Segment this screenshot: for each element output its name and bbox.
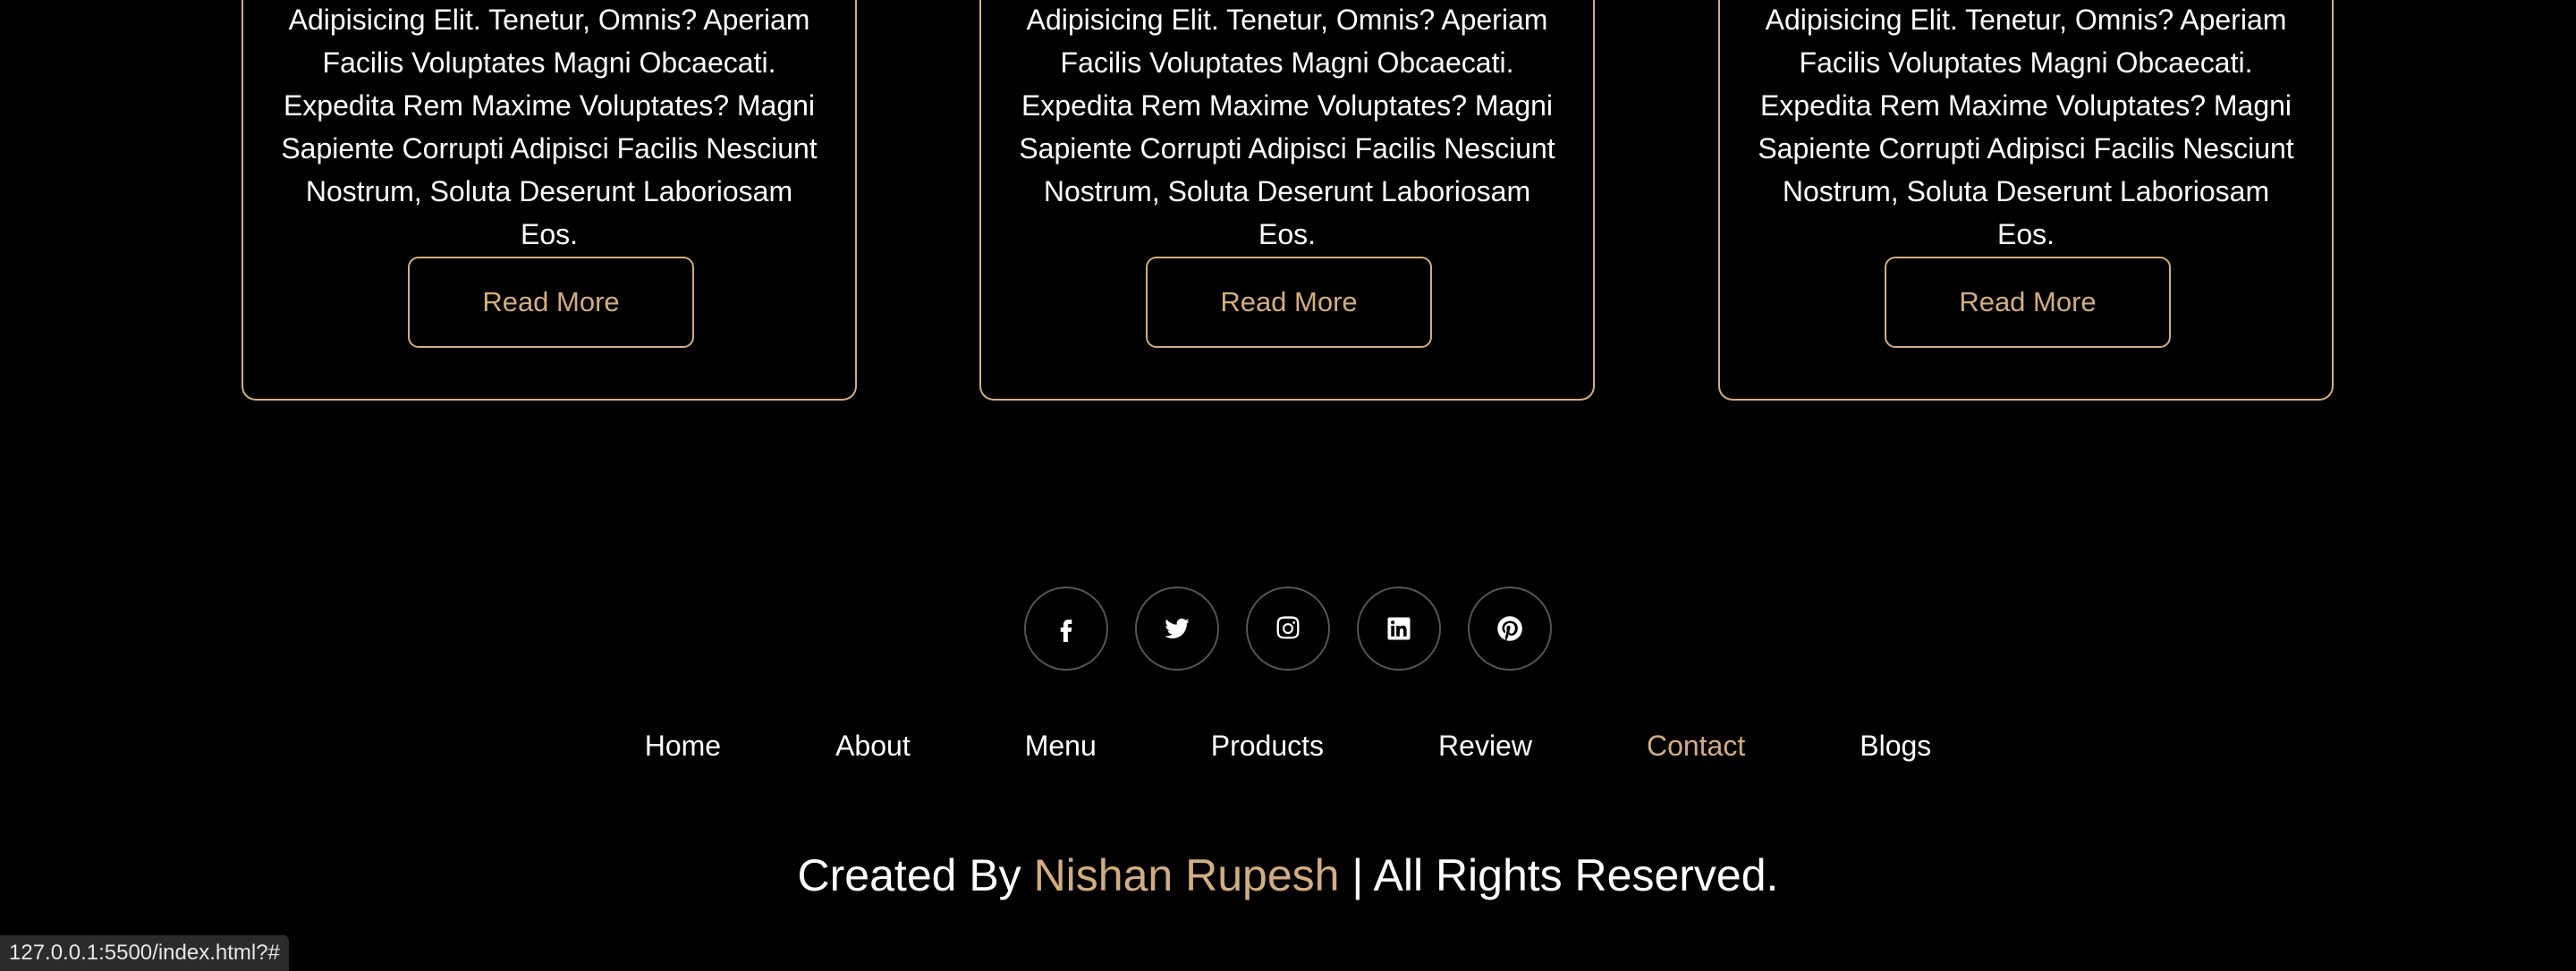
twitter-link[interactable] bbox=[1135, 587, 1219, 671]
blog-card-text: Adipisicing Elit. Tenetur, Omnis? Aperia… bbox=[281, 4, 818, 250]
facebook-link[interactable] bbox=[1024, 587, 1108, 671]
footer-link-home[interactable]: Home bbox=[645, 730, 721, 763]
linkedin-link[interactable] bbox=[1357, 587, 1441, 671]
footer-nav: Home About Menu Products Review Contact … bbox=[0, 730, 2576, 763]
footer-link-contact[interactable]: Contact bbox=[1647, 730, 1745, 763]
footer-link-menu[interactable]: Menu bbox=[1025, 730, 1097, 763]
footer-link-about[interactable]: About bbox=[835, 730, 911, 763]
credit-prefix: Created By bbox=[797, 850, 1021, 900]
read-more-button[interactable]: Read More bbox=[1885, 257, 2171, 348]
blog-card-text: Adipisicing Elit. Tenetur, Omnis? Aperia… bbox=[1758, 4, 2294, 250]
instagram-icon bbox=[1276, 616, 1300, 639]
social-links bbox=[0, 587, 2576, 671]
linkedin-icon bbox=[1387, 617, 1411, 640]
blog-card: Adipisicing Elit. Tenetur, Omnis? Aperia… bbox=[979, 0, 1595, 401]
footer-link-review[interactable]: Review bbox=[1438, 730, 1532, 763]
blog-card: Adipisicing Elit. Tenetur, Omnis? Aperia… bbox=[1718, 0, 2334, 401]
blog-card-text: Adipisicing Elit. Tenetur, Omnis? Aperia… bbox=[1019, 4, 1555, 250]
footer-credit: Created By Nishan Rupesh | All Rights Re… bbox=[0, 849, 2576, 901]
instagram-link[interactable] bbox=[1246, 587, 1330, 671]
credit-author-name: Nishan Rupesh bbox=[1033, 850, 1340, 900]
credit-suffix: | All Rights Reserved. bbox=[1352, 850, 1779, 900]
read-more-button[interactable]: Read More bbox=[1146, 257, 1432, 348]
page: Adipisicing Elit. Tenetur, Omnis? Aperia… bbox=[0, 0, 2576, 971]
pinterest-icon bbox=[1497, 616, 1522, 641]
pinterest-link[interactable] bbox=[1468, 587, 1552, 671]
read-more-button[interactable]: Read More bbox=[408, 257, 694, 348]
footer-link-products[interactable]: Products bbox=[1211, 730, 1324, 763]
blog-card: Adipisicing Elit. Tenetur, Omnis? Aperia… bbox=[242, 0, 857, 401]
twitter-icon bbox=[1165, 618, 1190, 638]
facebook-icon bbox=[1060, 620, 1072, 642]
browser-status-url: 127.0.0.1:5500/index.html?# bbox=[0, 935, 289, 971]
footer-link-blogs[interactable]: Blogs bbox=[1860, 730, 1931, 763]
blog-cards-section: Adipisicing Elit. Tenetur, Omnis? Aperia… bbox=[0, 0, 2576, 411]
